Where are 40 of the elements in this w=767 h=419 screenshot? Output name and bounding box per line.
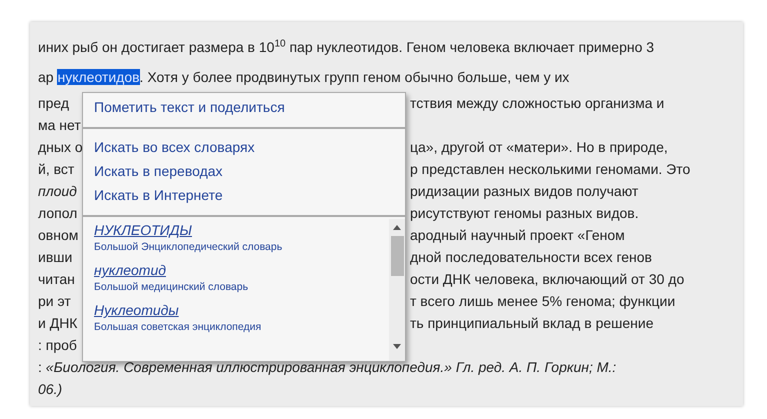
paragraph-text: т всего лишь менее 5% генома; функции (410, 292, 676, 311)
paragraph-text: ивши (38, 248, 72, 267)
paragraph-text: и ДНК (38, 314, 78, 333)
paragraph-text: й, вст (38, 160, 74, 179)
paragraph-text: 06.) (38, 380, 62, 399)
paragraph-text: ридизации разных видов получают (410, 182, 638, 201)
paragraph-text: рисутствуют геномы разных видов. (410, 204, 639, 223)
paragraph-text: дных о (38, 138, 83, 157)
scrollbar[interactable] (389, 219, 405, 361)
paragraph-text: р представлен несколькими геномами. Это (410, 160, 690, 179)
paragraph-text: дной последовательности всех генов (410, 248, 652, 267)
paragraph-text: пред (38, 94, 70, 113)
paragraph-text: ар нуклеотидов. Хотя у более продвинутых групп геном обычно больше, чем у их (38, 68, 570, 87)
menu-item[interactable]: Пометить текст и поделиться (83, 95, 296, 119)
scroll-up-icon[interactable] (393, 225, 401, 230)
paragraph-text: лопол (38, 204, 78, 223)
menu-item[interactable]: Искать во всех словарях (83, 135, 266, 159)
paragraph-text: ца», другой от «матери». Но в природе, (410, 138, 668, 157)
menu-item[interactable]: Искать в Интернете (83, 183, 234, 207)
dictionary-source: Большой медицинский словарь (94, 280, 248, 295)
paragraph-text: иних рыб он достигает размера в 10$^{10}$ пар нуклеотидов. Геном человека включает примерно 3 (38, 37, 654, 57)
dictionary-link[interactable]: НУКЛЕОТИДЫ (94, 221, 192, 239)
menu-item[interactable]: Искать в переводах (83, 159, 234, 183)
paragraph-text: овном (38, 226, 78, 245)
paragraph-text: ости ДНК человека, включающий от 30 до (410, 270, 684, 289)
dictionary-source: Большой Энциклопедический словарь (94, 240, 282, 255)
scrollbar-thumb[interactable] (390, 236, 404, 276)
paragraph-text: : проб (38, 336, 77, 355)
paragraph-text: ма нет (38, 116, 81, 135)
dictionary-link[interactable]: Нуклеотиды (94, 301, 179, 319)
paragraph-text: читан (38, 270, 75, 289)
paragraph-text: ри эт (38, 292, 71, 311)
paragraph-text: : «Биология. Современная иллюстрированная энциклопедия.» Гл. ред. А. П. Горкин; М.: (38, 358, 616, 377)
paragraph-text: ть принципиальный вклад в решение (410, 314, 654, 333)
dictionary-source: Большая советская энциклопедия (94, 320, 262, 335)
scroll-down-icon[interactable] (393, 344, 401, 349)
paragraph-text: плоид (38, 182, 77, 201)
paragraph-text: тствия между сложностью организма и (410, 94, 664, 113)
paragraph-text: ародный научный проект «Геном (410, 226, 625, 245)
dictionary-link[interactable]: нуклеотид (94, 261, 166, 279)
